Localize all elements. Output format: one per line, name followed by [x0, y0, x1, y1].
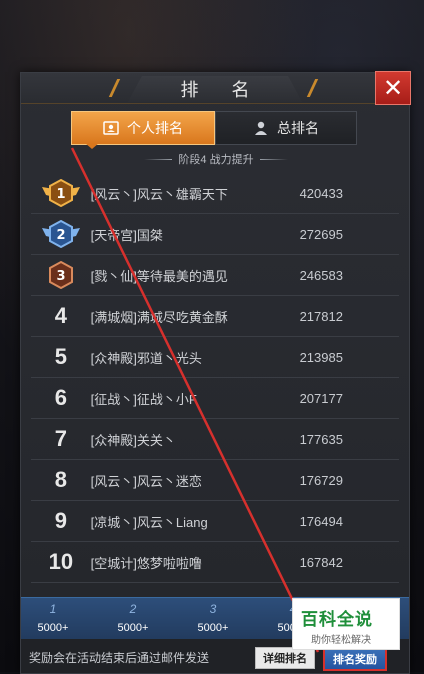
- title-bar: 排 名 ✕: [21, 71, 411, 105]
- player-name: [天帝宫]国桀: [90, 227, 163, 243]
- rank-number: 10: [48, 549, 74, 574]
- player-score: 217812: [299, 308, 343, 324]
- title-ornament-right: [306, 79, 319, 97]
- rank-number: 7: [54, 426, 67, 451]
- rank-number: 8: [54, 467, 67, 492]
- bronze-badge-icon: 3: [48, 261, 73, 289]
- player-name: [众神殿]邪道丶光头: [90, 350, 202, 366]
- stage-label: 阶段4 战力提升: [121, 151, 311, 167]
- player-score: 176729: [299, 472, 343, 488]
- gold-wing-badge-icon: 1: [41, 179, 80, 207]
- blue-wing-badge-icon: 2: [41, 220, 80, 248]
- player-score: 177635: [299, 431, 343, 447]
- player-score: 272695: [299, 226, 343, 242]
- ranking-row: 5 [众神殿]邪道丶光头 213985: [31, 337, 399, 378]
- rank-badge-number: 1: [56, 187, 65, 202]
- rank-cell: 7: [31, 419, 91, 459]
- rank-cell: 8: [31, 460, 91, 500]
- player-name: [空城计]悠梦啦啦噜: [90, 555, 202, 571]
- tab-total-ranking[interactable]: 总排名: [215, 111, 357, 145]
- rank-cell: 3: [31, 255, 91, 295]
- player-name: [风云丶]风云丶雄霸天下: [90, 186, 228, 202]
- ranking-panel: 排 名 ✕ 个人排名 总排名 阶段4 战力提升 1 [风云丶]风云丶雄霸天下 420…: [20, 71, 411, 674]
- person-icon: [253, 120, 269, 136]
- player-score: 176494: [299, 513, 343, 529]
- rank-cell: 5: [31, 337, 91, 377]
- title-plate: 排 名: [128, 76, 302, 102]
- player-name: [风云丶]风云丶迷恋: [90, 473, 202, 489]
- ranking-row: 9 [凉城丶]风云丶Liang 176494: [31, 501, 399, 542]
- ranking-row: 10 [空城计]悠梦啦啦噜 167842: [31, 542, 399, 583]
- reward-tier-rank: 2: [129, 602, 137, 616]
- reward-tier-value: 5000+: [37, 622, 69, 634]
- tab-personal-ranking[interactable]: 个人排名: [71, 111, 215, 145]
- rank-cell: 2: [31, 214, 91, 254]
- player-score: 246583: [299, 267, 343, 283]
- reward-tier-rank: 1: [49, 602, 57, 616]
- divider-right: [259, 158, 288, 160]
- close-button[interactable]: ✕: [375, 71, 411, 105]
- watermark-subtitle: 助你轻松解决: [311, 635, 371, 646]
- rank-badge-number: 3: [56, 269, 65, 284]
- ranking-row: 1 [风云丶]风云丶雄霸天下 420433: [31, 173, 399, 214]
- rank-cell: 6: [31, 378, 91, 418]
- player-score: 213985: [299, 349, 343, 365]
- player-score: 167842: [299, 554, 343, 570]
- tab-total-label: 总排名: [277, 120, 319, 136]
- reward-tier: 2 5000+: [103, 598, 163, 640]
- watermark-logo: 百科全说 助你轻松解决: [292, 598, 400, 650]
- tab-personal-label: 个人排名: [127, 120, 183, 136]
- reward-notice: 奖励会在活动结束后通过邮件发送: [29, 651, 210, 665]
- person-card-icon: [103, 120, 119, 136]
- player-name: [凉城丶]风云丶Liang: [90, 514, 208, 530]
- rank-number: 4: [54, 303, 67, 328]
- player-name: [戮丶仙]等待最美的遇见: [90, 268, 228, 284]
- ranking-row: 3 [戮丶仙]等待最美的遇见 246583: [31, 255, 399, 296]
- reward-tier-value: 5000+: [197, 622, 229, 634]
- player-name: [满城烟]满城尽吃黄金酥: [90, 309, 228, 325]
- rank-cell: 10: [31, 542, 91, 582]
- ranking-row: 4 [满城烟]满城尽吃黄金酥 217812: [31, 296, 399, 337]
- rank-number: 5: [54, 344, 67, 369]
- stage-text: 阶段4 战力提升: [178, 154, 254, 166]
- rank-cell: 4: [31, 296, 91, 336]
- rank-number: 6: [54, 385, 67, 410]
- ranking-row: 2 [天帝宫]国桀 272695: [31, 214, 399, 255]
- detailed-ranking-button[interactable]: 详细排名: [255, 647, 315, 669]
- player-score: 207177: [299, 390, 343, 406]
- ranking-row: 7 [众神殿]关关丶 177635: [31, 419, 399, 460]
- rank-badge-number: 2: [56, 228, 65, 243]
- active-tab-pointer: [85, 143, 99, 149]
- panel-title: 排 名: [180, 80, 264, 100]
- reward-tier-value: 5000+: [117, 622, 149, 634]
- ranking-reward-button[interactable]: 排名奖励: [323, 647, 387, 671]
- rank-cell: 9: [31, 501, 91, 541]
- ranking-row: 8 [风云丶]风云丶迷恋 176729: [31, 460, 399, 501]
- rank-number: 9: [54, 508, 67, 533]
- reward-tier-rank: 3: [209, 602, 217, 616]
- title-ornament-left: [108, 79, 121, 97]
- player-name: [征战丶]征战丶小F: [90, 391, 197, 407]
- ranking-list: 1 [风云丶]风云丶雄霸天下 420433 2 [天帝宫]国桀 272695 3 [戮丶仙]等…: [31, 173, 399, 583]
- close-icon: ✕: [382, 74, 404, 102]
- reward-tier: 3 5000+: [183, 598, 243, 640]
- watermark-title: 百科全说: [301, 610, 373, 629]
- divider-left: [144, 158, 173, 160]
- ranking-row: 6 [征战丶]征战丶小F 207177: [31, 378, 399, 419]
- player-score: 420433: [299, 185, 343, 201]
- ranking-tabs: 个人排名 总排名: [71, 111, 357, 145]
- player-name: [众神殿]关关丶: [90, 432, 176, 448]
- reward-tier: 1 5000+: [23, 598, 83, 640]
- rank-cell: 1: [31, 173, 91, 213]
